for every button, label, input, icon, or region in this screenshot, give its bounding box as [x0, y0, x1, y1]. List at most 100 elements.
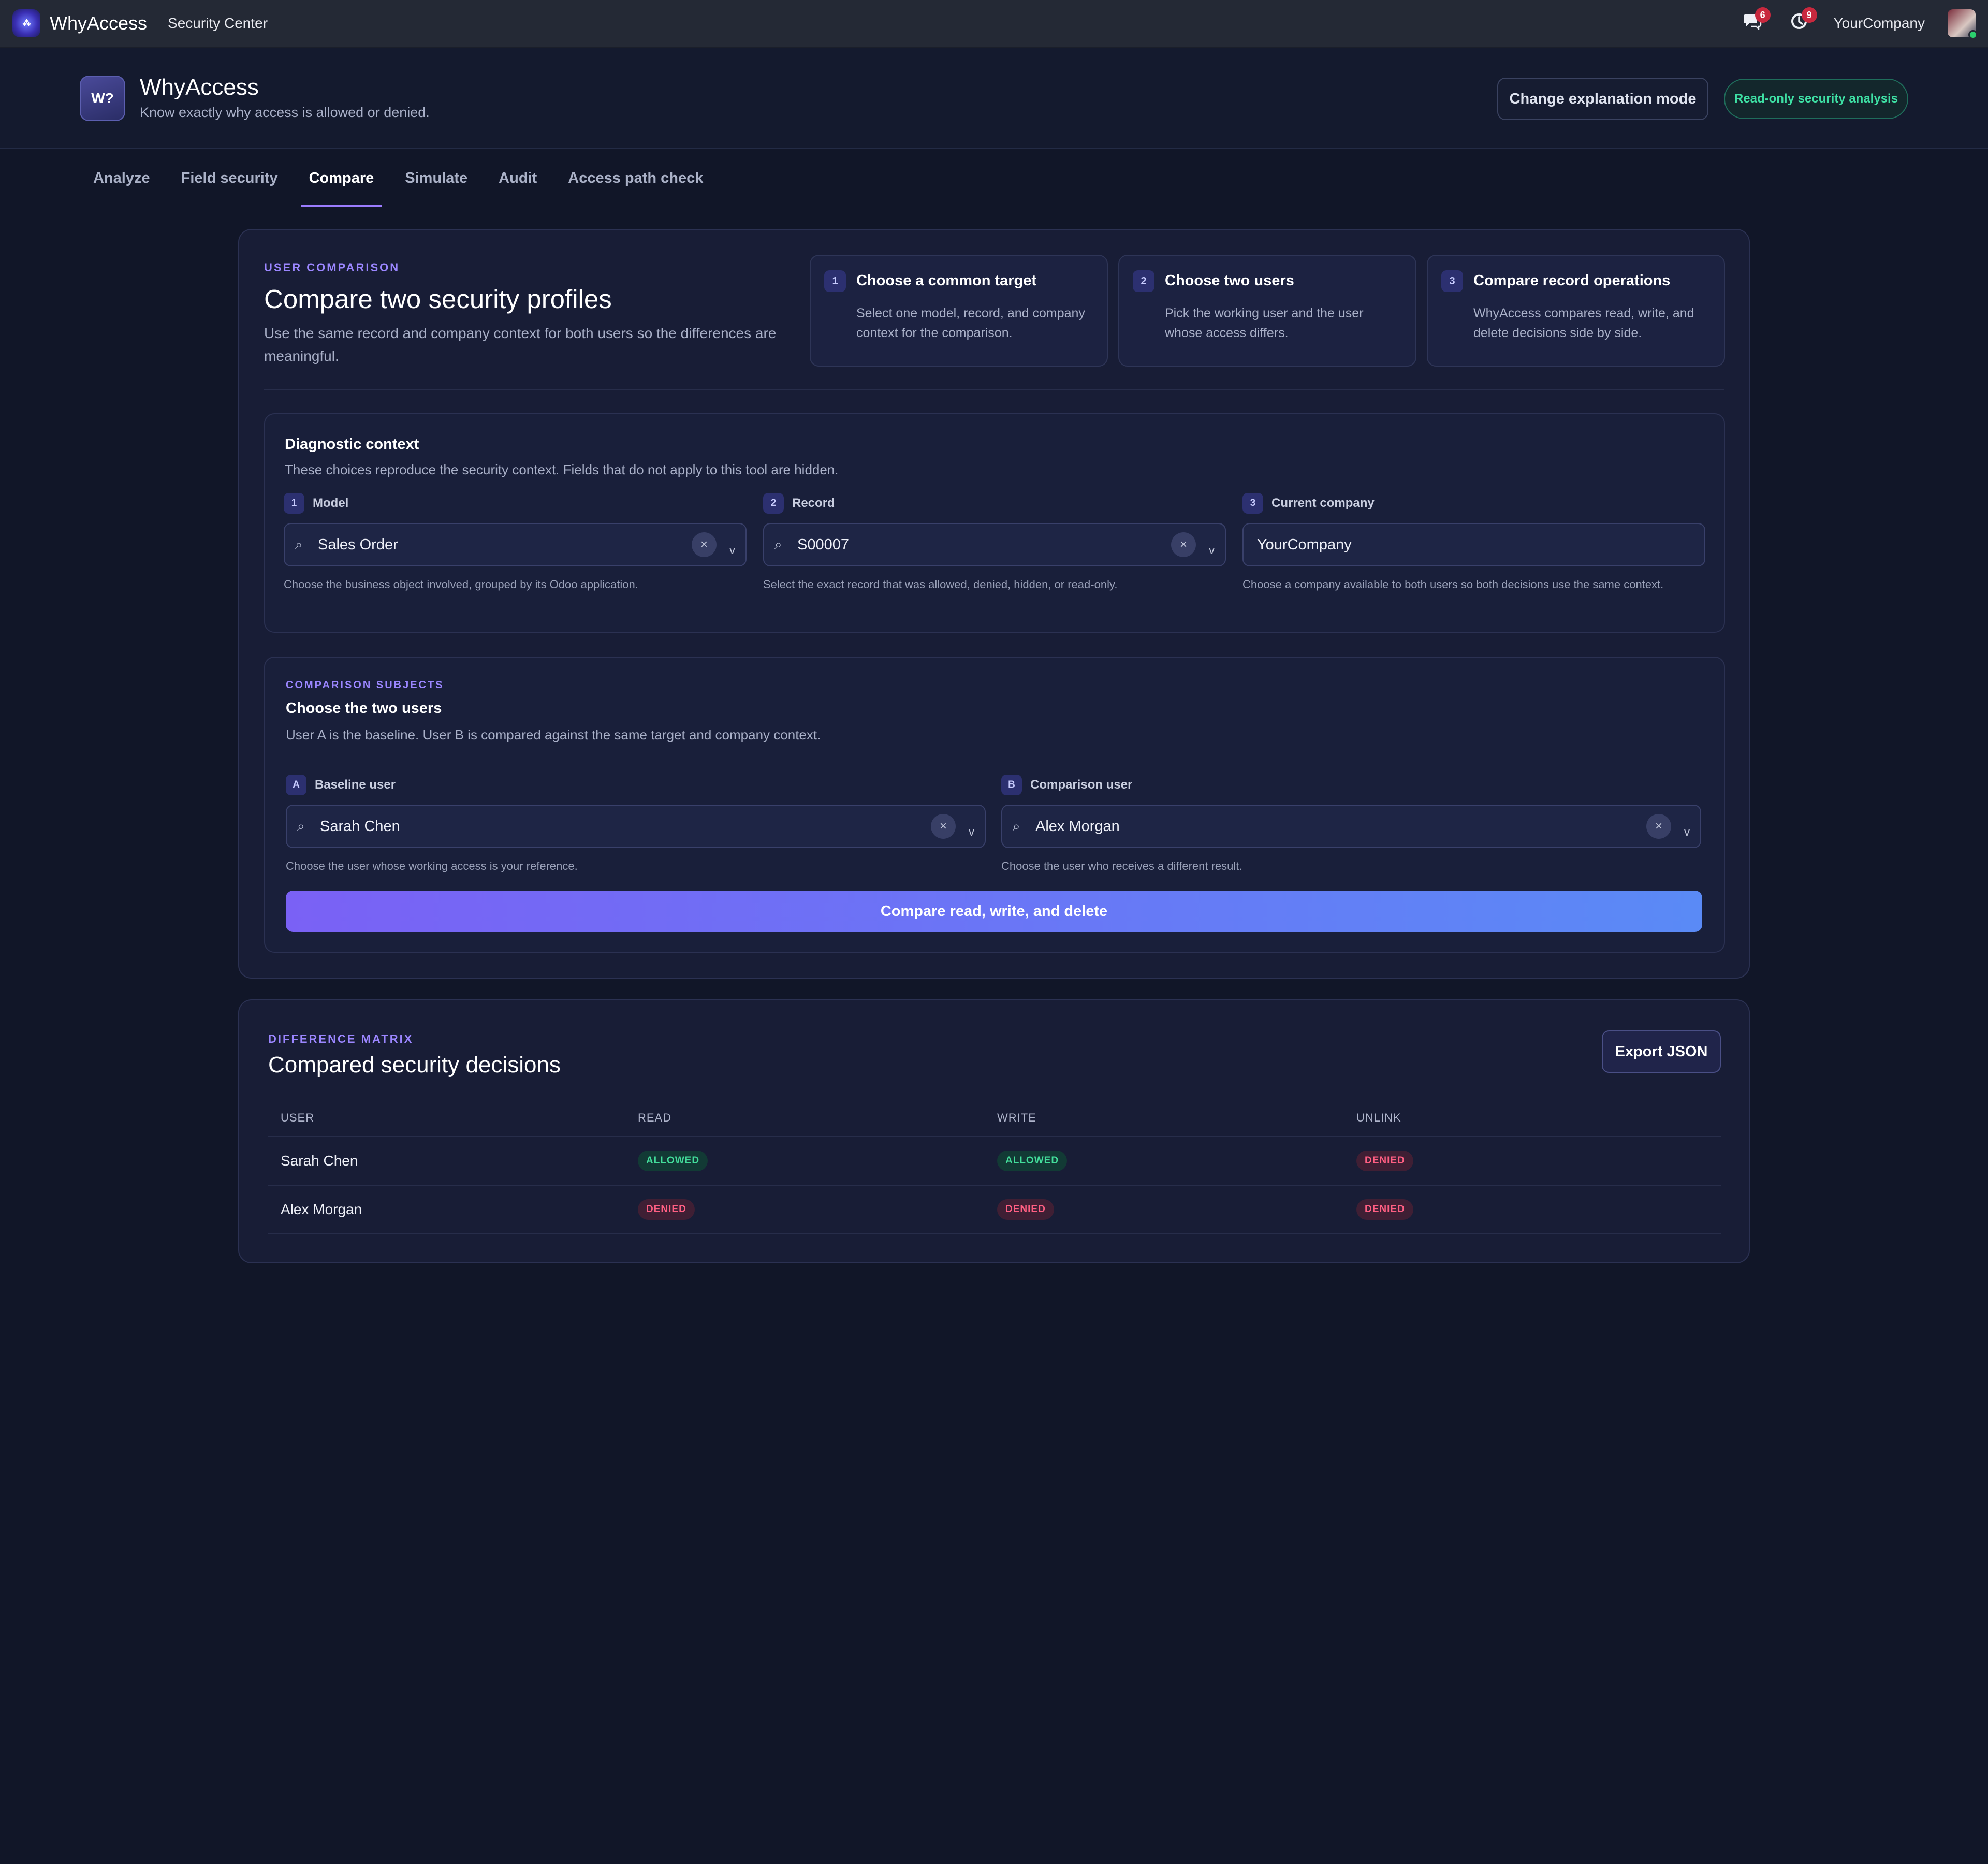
step-number: 1 [824, 270, 846, 292]
clear-icon[interactable]: × [692, 532, 717, 557]
baseline-user-help: Choose the user whose working access is … [286, 860, 578, 872]
company-help: Choose a company available to both users… [1242, 578, 1664, 591]
subjects-title: Choose the two users [286, 700, 442, 717]
clear-icon[interactable]: × [1646, 814, 1671, 839]
company-switcher[interactable]: YourCompany [1834, 15, 1925, 32]
step-title: Choose a common target [856, 272, 1037, 289]
model-field: 1 Model ⌕ Sales Order × v Choose the bus… [284, 493, 747, 591]
table-header-row: USER READ WRITE UNLINK [268, 1100, 1721, 1137]
comparison-description: Use the same record and company context … [264, 325, 777, 364]
search-icon: ⌕ [1013, 818, 1020, 834]
step-title: Compare record operations [1473, 272, 1671, 289]
user-tag-a: A [286, 775, 306, 795]
column-header-user: USER [281, 1111, 315, 1124]
chevron-down-icon[interactable]: v [1684, 825, 1690, 839]
user-tag-b: B [1001, 775, 1022, 795]
tab-audit[interactable]: Audit [483, 149, 552, 207]
step-card-2: 2 Choose two users Pick the working user… [1118, 255, 1416, 367]
field-number: 3 [1242, 493, 1263, 514]
row-user-name: Sarah Chen [281, 1153, 358, 1169]
company-field: 3 Current company YourCompany Choose a c… [1242, 493, 1705, 591]
step-description: WhyAccess compares read, write, and dele… [1473, 306, 1694, 340]
diagnostic-title: Diagnostic context [285, 436, 419, 453]
app-header: W? WhyAccess Know exactly why access is … [0, 48, 1988, 149]
section-divider [264, 389, 1724, 390]
tab-field-security[interactable]: Field security [166, 149, 294, 207]
clear-icon[interactable]: × [1171, 532, 1196, 557]
user-avatar[interactable] [1948, 9, 1978, 39]
read-decision-badge: ALLOWED [638, 1151, 708, 1171]
column-header-write: WRITE [997, 1111, 1036, 1124]
row-user-name: Alex Morgan [281, 1201, 362, 1217]
activities-count-badge: 9 [1801, 7, 1817, 23]
table-row: Alex Morgan DENIED DENIED DENIED [268, 1186, 1721, 1234]
matrix-title: Compared security decisions [268, 1052, 561, 1077]
field-number: 1 [284, 493, 304, 514]
subjects-kicker: COMPARISON SUBJECTS [286, 679, 444, 691]
unlink-decision-badge: DENIED [1356, 1199, 1413, 1220]
export-json-button[interactable]: Export JSON [1602, 1030, 1721, 1073]
difference-matrix-panel: DIFFERENCE MATRIX Compared security deci… [238, 999, 1750, 1263]
online-status-dot [1968, 30, 1978, 39]
navbar-app-name[interactable]: WhyAccess [50, 12, 147, 34]
baseline-user-label: Baseline user [315, 778, 396, 792]
messages-count-badge: 6 [1755, 7, 1771, 23]
app-switcher-logo[interactable]: ⁂ [12, 9, 40, 37]
comparison-subjects-box: COMPARISON SUBJECTS Choose the two users… [264, 657, 1725, 953]
comparison-user-field: B Comparison user ⌕ Alex Morgan × v Choo… [1001, 775, 1701, 873]
matrix-kicker: DIFFERENCE MATRIX [268, 1032, 414, 1045]
record-label: Record [792, 496, 835, 510]
navbar-systray: 6 9 YourCompany [1741, 7, 1978, 39]
navbar-section-menu[interactable]: Security Center [168, 15, 268, 32]
readonly-analysis-badge: Read-only security analysis [1724, 79, 1908, 119]
record-field: 2 Record ⌕ S00007 × v Select the exact r… [763, 493, 1226, 591]
clear-icon[interactable]: × [931, 814, 956, 839]
write-decision-badge: DENIED [997, 1199, 1054, 1220]
messages-button[interactable]: 6 [1741, 7, 1771, 35]
chevron-down-icon[interactable]: v [1209, 544, 1215, 557]
model-select[interactable]: ⌕ Sales Order × v [284, 523, 747, 566]
top-navbar: ⁂ WhyAccess Security Center 6 9 YourComp… [0, 0, 1988, 48]
diagnostic-description: These choices reproduce the security con… [285, 462, 839, 477]
baseline-user-select[interactable]: ⌕ Sarah Chen × v [286, 805, 986, 848]
column-header-unlink: UNLINK [1356, 1111, 1401, 1124]
comparison-user-label: Comparison user [1030, 778, 1133, 792]
change-explanation-mode-button[interactable]: Change explanation mode [1497, 78, 1708, 120]
search-icon: ⌕ [295, 536, 303, 552]
table-row: Sarah Chen ALLOWED ALLOWED DENIED [268, 1137, 1721, 1186]
unlink-decision-badge: DENIED [1356, 1151, 1413, 1171]
step-card-1: 1 Choose a common target Select one mode… [810, 255, 1108, 367]
page-title: WhyAccess [140, 75, 259, 100]
comparison-user-select[interactable]: ⌕ Alex Morgan × v [1001, 805, 1701, 848]
field-number: 2 [763, 493, 784, 514]
tab-compare[interactable]: Compare [294, 149, 390, 207]
step-description: Select one model, record, and company co… [856, 306, 1085, 340]
tab-access-path-check[interactable]: Access path check [552, 149, 719, 207]
comparison-user-value: Alex Morgan [1035, 818, 1120, 835]
record-value: S00007 [797, 536, 849, 553]
step-card-3: 3 Compare record operations WhyAccess co… [1427, 255, 1725, 367]
tab-simulate[interactable]: Simulate [389, 149, 483, 207]
read-decision-badge: DENIED [638, 1199, 695, 1220]
comparison-kicker: USER COMPARISON [264, 261, 400, 274]
comparison-user-help: Choose the user who receives a different… [1001, 860, 1242, 872]
column-header-read: READ [638, 1111, 672, 1124]
baseline-user-field: A Baseline user ⌕ Sarah Chen × v Choose … [286, 775, 986, 873]
record-help: Select the exact record that was allowed… [763, 578, 1118, 591]
model-label: Model [313, 496, 349, 510]
brand-logo: W? [80, 76, 125, 121]
chevron-down-icon[interactable]: v [729, 544, 735, 557]
tab-analyze[interactable]: Analyze [78, 149, 166, 207]
activities-button[interactable]: 9 [1787, 7, 1817, 35]
chevron-down-icon[interactable]: v [969, 825, 974, 839]
company-label: Current company [1271, 496, 1375, 510]
model-value: Sales Order [318, 536, 398, 553]
diagnostic-context-box: Diagnostic context These choices reprodu… [264, 413, 1725, 633]
record-select[interactable]: ⌕ S00007 × v [763, 523, 1226, 566]
compare-button[interactable]: Compare read, write, and delete [286, 891, 1702, 932]
main-tabs: Analyze Field security Compare Simulate … [78, 149, 719, 207]
write-decision-badge: ALLOWED [997, 1151, 1068, 1171]
company-select[interactable]: YourCompany [1242, 523, 1705, 566]
step-number: 3 [1441, 270, 1463, 292]
decisions-table: USER READ WRITE UNLINK Sarah Chen ALLOWE… [268, 1100, 1721, 1234]
